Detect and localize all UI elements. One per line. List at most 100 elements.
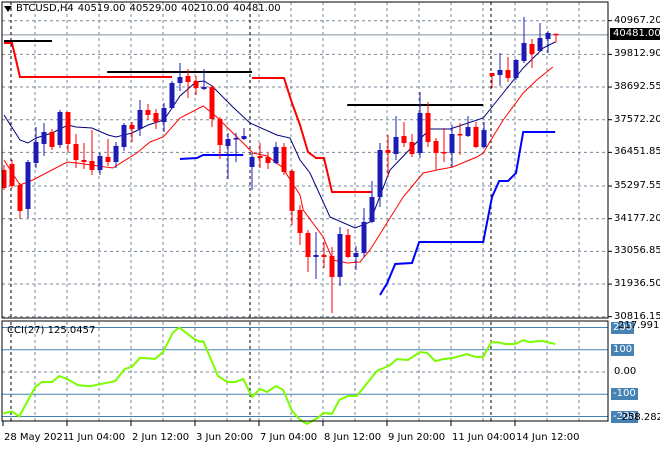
fast-moving-average: [3, 41, 556, 229]
cci-line: [2, 326, 556, 425]
price-axis-label: 35297.55: [614, 180, 660, 192]
price-axis-label: 37572.20: [614, 113, 660, 125]
current-price-tag: 40481.00: [610, 28, 660, 40]
cci-panel-border: [1, 320, 609, 422]
main-panel-border: [1, 1, 609, 319]
low-value: 40210.00: [181, 3, 229, 14]
bear-candle: [49, 131, 55, 147]
bull-candle: [249, 156, 255, 167]
bull-candle: [545, 33, 551, 39]
bear-candle: [321, 254, 327, 257]
bear-candle: [89, 160, 95, 170]
bull-candle: [97, 155, 103, 170]
bear-candle: [153, 112, 159, 122]
bear-candle: [329, 255, 335, 277]
bull-candle: [241, 135, 247, 139]
bull-candle: [121, 124, 127, 147]
time-axis-label: 3 Jun 20:00: [196, 432, 254, 443]
bear-candle: [17, 184, 23, 211]
cci-min-label: -258.2824: [618, 412, 660, 423]
chart-header: BTCUSD,H4 40519.00 40529.00 40210.00 404…: [4, 3, 281, 14]
bear-candle: [529, 44, 535, 55]
bear-candle: [145, 109, 151, 115]
bear-candle: [441, 151, 447, 154]
dropdown-triangle-icon[interactable]: [4, 5, 12, 12]
bear-candle: [433, 140, 439, 153]
bear-candle: [281, 146, 287, 172]
bull-candle: [137, 109, 143, 129]
bull-candle: [169, 82, 175, 108]
bear-candle: [345, 234, 351, 257]
bull-candle: [521, 42, 527, 61]
bull-candle: [225, 138, 231, 146]
symbol-label: BTCUSD,H4: [16, 3, 74, 14]
bull-candle: [361, 221, 367, 253]
bull-candle: [481, 129, 487, 147]
bull-candle: [497, 69, 503, 76]
bull-candle: [273, 146, 279, 163]
bull-candle: [201, 86, 207, 89]
bear-candle: [9, 163, 15, 186]
bear-candle: [385, 149, 391, 153]
bear-candle: [65, 111, 71, 144]
price-axis-label: 38692.55: [614, 81, 660, 93]
bear-candle: [209, 86, 215, 119]
bull-candle: [465, 126, 471, 136]
bull-candle: [449, 133, 455, 153]
bull-candle: [369, 196, 375, 222]
bull-candle: [33, 141, 39, 163]
bear-candle: [505, 69, 511, 79]
bear-candle: [185, 75, 191, 82]
cci-level-label: 100: [611, 343, 635, 356]
open-value: 40519.00: [77, 3, 126, 14]
bear-candle: [297, 209, 303, 233]
bull-candle: [113, 145, 119, 162]
slow-moving-average: [3, 66, 554, 264]
bear-candle: [129, 124, 135, 129]
high-value: 40529.00: [129, 3, 178, 14]
price-axis-label: 31936.50: [614, 278, 660, 290]
price-chart[interactable]: [0, 0, 660, 450]
bear-candle: [425, 112, 431, 142]
cci-max-label: 217.9915: [618, 320, 660, 331]
bear-candle: [265, 156, 271, 163]
bear-candle: [489, 72, 495, 76]
time-axis-label: 11 Jun 04:00: [452, 432, 516, 443]
bull-candle: [161, 107, 167, 122]
time-axis-label: 2 Jun 12:00: [132, 432, 190, 443]
bear-candle: [409, 141, 415, 154]
bull-candle: [537, 37, 543, 52]
bull-candle: [57, 111, 63, 145]
bull-candle: [313, 254, 319, 257]
bull-candle: [513, 59, 519, 79]
time-axis-label: 8 Jun 12:00: [324, 432, 382, 443]
bull-candle: [337, 233, 343, 277]
bull-candle: [417, 112, 423, 153]
time-axis-label: 9 Jun 20:00: [388, 432, 446, 443]
cci-indicator: [2, 326, 608, 425]
bear-candle: [289, 170, 295, 211]
bear-candle: [553, 33, 559, 36]
bear-candle: [105, 156, 111, 162]
time-axis-label: 7 Jun 04:00: [260, 432, 318, 443]
bull-candle: [233, 137, 239, 140]
upper-stop-line: [252, 77, 372, 193]
lower-stop-line: [179, 154, 244, 160]
close-value: 40481.00: [232, 3, 281, 14]
bull-candle: [353, 252, 359, 257]
cci-level-label: 0.00: [614, 366, 637, 377]
bear-candle: [81, 159, 87, 162]
bear-candle: [73, 143, 79, 160]
cci-level-label: -100: [611, 388, 638, 401]
bull-candle: [177, 76, 183, 83]
bear-candle: [457, 133, 463, 136]
bull-candle: [393, 136, 399, 154]
price-axis-label: 40967.20: [614, 14, 660, 26]
grid: [2, 2, 612, 421]
bear-candle: [305, 232, 311, 257]
price-axis-label: 39812.90: [614, 48, 660, 60]
lower-stop-line: [379, 131, 556, 296]
bull-candle: [41, 131, 47, 144]
bear-candle: [401, 135, 407, 143]
price-axis-label: 36451.85: [614, 146, 660, 158]
